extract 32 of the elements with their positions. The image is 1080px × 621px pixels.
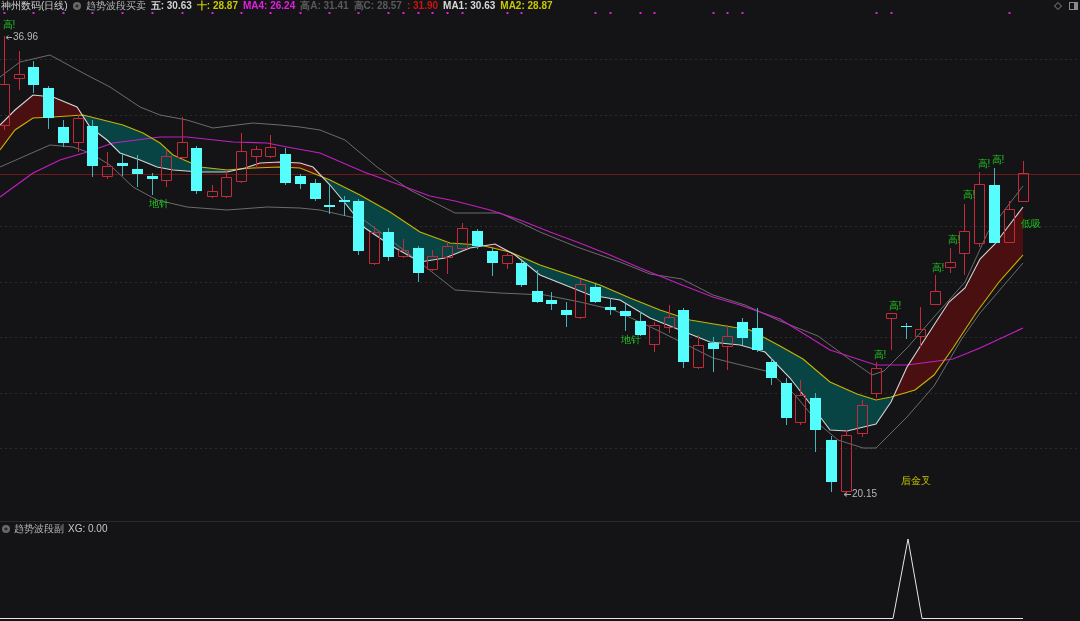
indicator-reading: MA4: 26.24 <box>242 0 296 11</box>
indicator-reading: 高C: 28.57 <box>353 0 402 11</box>
indicator-reading: MA2: 28.87 <box>500 0 553 11</box>
peak-signal-label: 高! <box>931 261 945 273</box>
circle-icon[interactable] <box>2 525 10 533</box>
arrow-icon <box>843 492 852 497</box>
diamond-icon[interactable] <box>1054 1 1062 10</box>
peak-signal-label: 高! <box>2 18 16 30</box>
bottom-signal-label: 地针 <box>621 333 641 345</box>
peak-signal-label: 高! <box>888 299 902 311</box>
indicator-name: 趋势波段副 <box>14 523 64 535</box>
panel-toggle-icon[interactable] <box>1069 1 1078 10</box>
buy-signal-label: 低吸 <box>1021 217 1041 229</box>
peak-signal-label: 高! <box>947 233 961 245</box>
peak-signal-label: 高! <box>962 188 976 200</box>
indicator-reading: 高A: 31.41 <box>300 0 349 11</box>
indicator-name: 趋势波段买卖 <box>85 0 146 11</box>
indicator-reading: XG: 0.00 <box>68 523 108 535</box>
indicator-reading: : 31.90 <box>406 0 439 11</box>
bottom-signal-label: 地针 <box>149 197 169 209</box>
low-price-label: 20.15 <box>852 488 878 500</box>
indicator-reading: MA1: 30.63 <box>443 0 496 11</box>
cross-signal-label: 后金叉 <box>901 474 931 486</box>
circle-icon[interactable] <box>72 1 81 10</box>
high-price-label: 36.96 <box>13 31 39 43</box>
indicator-reading: 十: 28.87 <box>196 0 238 11</box>
peak-signal-label: 高! <box>873 348 887 360</box>
peak-signal-label: 高! <box>977 157 991 169</box>
arrow-icon <box>5 35 13 40</box>
peak-signal-label: 高! <box>991 153 1005 165</box>
stock-title: 神州数码(日线) <box>1 0 68 11</box>
indicator-reading: 五: 30.63 <box>150 0 192 11</box>
